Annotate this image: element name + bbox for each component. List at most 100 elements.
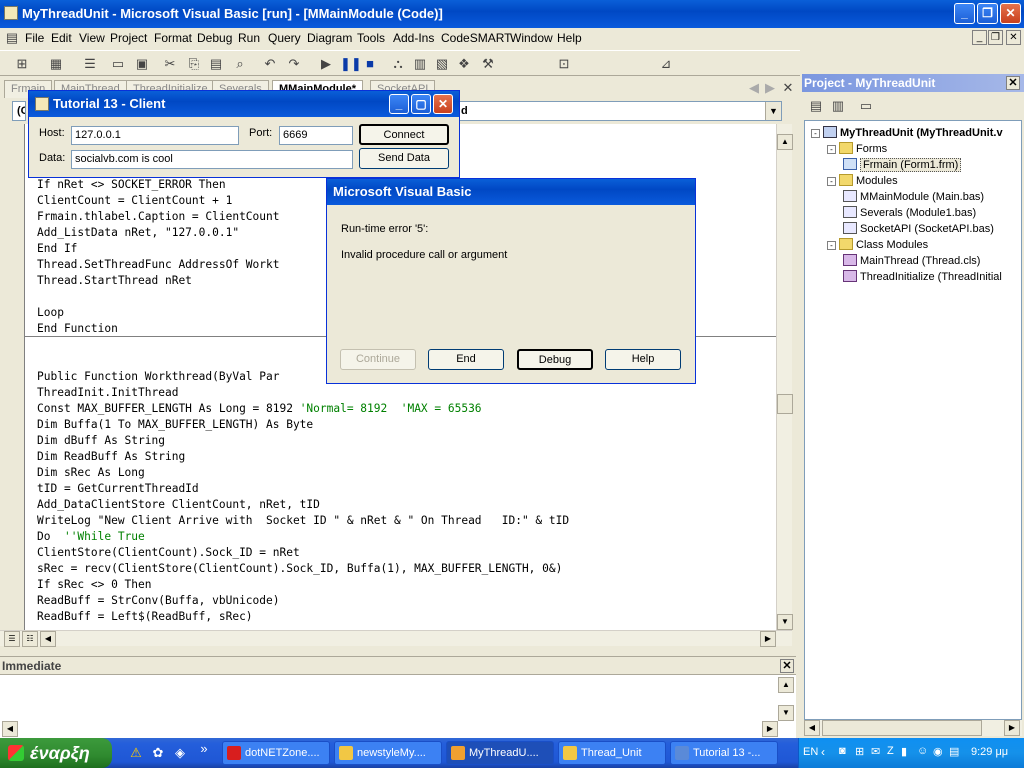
quicklaunch-app-icon[interactable]: ✿ — [150, 745, 166, 761]
code-line[interactable]: ClientCount = ClientCount + 1 — [37, 193, 232, 209]
menu-editor-icon[interactable]: ☰ — [82, 56, 98, 72]
code-line[interactable]: Add_ListData nRet, "127.0.0.1" — [37, 225, 239, 241]
tray-camera-icon[interactable]: ◙ — [839, 745, 846, 757]
tree-item[interactable]: MMainModule (Main.bas) — [843, 189, 984, 205]
project-scroll-left-icon[interactable]: ◀ — [804, 720, 820, 736]
menu-edit[interactable]: Edit — [51, 31, 72, 45]
taskbar-item[interactable]: MyThreadU.... — [446, 741, 554, 765]
collapse-icon[interactable]: - — [827, 145, 836, 154]
tree-item[interactable]: - Forms — [827, 141, 887, 157]
add-form-icon[interactable]: ▦ — [48, 56, 64, 72]
undo-icon[interactable]: ↶ — [262, 56, 278, 72]
menu-tools[interactable]: Tools — [357, 31, 385, 45]
send-data-button[interactable]: Send Data — [359, 148, 449, 169]
client-maximize-button[interactable]: ▢ — [411, 94, 431, 114]
mdi-document-icon[interactable]: ▤ — [4, 30, 20, 46]
tray-network-icon[interactable]: ⊞ — [855, 745, 864, 758]
object-browser-icon[interactable]: ❖ — [456, 56, 472, 72]
start-icon[interactable]: ▶ — [318, 56, 334, 72]
code-line[interactable]: WriteLog "New Client Arrive with Socket … — [37, 513, 569, 529]
cut-icon[interactable]: ✂ — [162, 56, 178, 72]
code-line[interactable]: Dim Buffa(1 To MAX_BUFFER_LENGTH) As Byt… — [37, 417, 313, 433]
menu-help[interactable]: Help — [557, 31, 582, 45]
code-line[interactable]: ReadBuff = Left$(ReadBuff, sRec) — [37, 609, 253, 625]
taskbar-item[interactable]: Thread_Unit — [558, 741, 666, 765]
project-horizontal-scrollbar[interactable]: ◀ ▶ — [804, 720, 1022, 736]
debug-button[interactable]: Debug — [517, 349, 593, 370]
mdi-restore-button[interactable]: ❐ — [988, 30, 1003, 45]
redo-icon[interactable]: ↷ — [286, 56, 302, 72]
code-line[interactable]: Do ''While True — [37, 529, 145, 545]
chevron-down-icon[interactable]: ▼ — [765, 102, 781, 120]
toolbox-icon[interactable]: ⚒ — [480, 56, 496, 72]
code-line[interactable]: ReadBuff = StrConv(Buffa, vbUnicode) — [37, 593, 279, 609]
quicklaunch-warning-icon[interactable]: ⚠ — [128, 745, 144, 761]
find-icon[interactable]: ⌕ — [232, 56, 248, 72]
code-line[interactable]: ThreadInit.InitThread — [37, 385, 178, 401]
close-button[interactable]: ✕ — [1000, 3, 1021, 24]
procedure-combo[interactable]: d ▼ — [456, 101, 782, 121]
end-icon[interactable]: ■ — [362, 56, 378, 72]
code-line[interactable]: tID = GetCurrentThreadId — [37, 481, 199, 497]
menu-query[interactable]: Query — [268, 31, 301, 45]
object-combo[interactable]: (G — [12, 101, 26, 121]
tree-item[interactable]: MainThread (Thread.cls) — [843, 253, 980, 269]
start-button[interactable]: έναρξη — [0, 738, 112, 768]
project-explorer-icon[interactable]: ⛬ — [390, 56, 406, 72]
menu-run[interactable]: Run — [238, 31, 260, 45]
tree-item[interactable]: Severals (Module1.bas) — [843, 205, 976, 221]
tree-item[interactable]: Frmain (Form1.frm) — [843, 157, 962, 173]
open-project-icon[interactable]: ▭ — [110, 56, 126, 72]
code-line[interactable]: sRec = recv(ClientStore(ClientCount).Soc… — [37, 561, 562, 577]
code-line[interactable]: If nRet <> SOCKET_ERROR Then — [37, 177, 226, 193]
mdi-minimize-button[interactable]: _ — [972, 30, 987, 45]
scroll-left-icon[interactable]: ◀ — [40, 631, 56, 647]
error-dialog-title[interactable]: Microsoft Visual Basic — [327, 179, 695, 205]
tree-item[interactable]: - Class Modules — [827, 237, 928, 253]
minimize-button[interactable]: _ — [954, 3, 975, 24]
immediate-scroll-down-icon[interactable]: ▼ — [778, 705, 794, 721]
collapse-icon[interactable]: - — [827, 177, 836, 186]
menu-file[interactable]: File — [25, 31, 44, 45]
end-button[interactable]: End — [428, 349, 504, 370]
quicklaunch-more-icon[interactable]: » — [196, 741, 212, 757]
code-line[interactable]: Dim sRec As Long — [37, 465, 145, 481]
data-input[interactable]: socialvb.com is cool — [71, 150, 353, 169]
project-scroll-right-icon[interactable]: ▶ — [1004, 720, 1020, 736]
quicklaunch-media-icon[interactable]: ◈ — [172, 745, 188, 761]
clock[interactable]: 9:29 μμ — [971, 746, 1008, 758]
tray-zone-icon[interactable]: Z — [887, 745, 894, 757]
immediate-scroll-up-icon[interactable]: ▲ — [778, 677, 794, 693]
code-horizontal-scrollbar[interactable]: ☰ ☷ ◀ ▶ — [0, 630, 792, 647]
paste-icon[interactable]: ▤ — [208, 56, 224, 72]
project-scroll-thumb[interactable] — [822, 720, 982, 736]
code-line[interactable]: Frmain.thlabel.Caption = ClientCount — [37, 209, 279, 225]
tray-shield-icon[interactable]: ◉ — [933, 745, 943, 758]
scroll-right-icon[interactable]: ▶ — [760, 631, 776, 647]
code-line[interactable]: End If — [37, 241, 77, 257]
scroll-thumb[interactable] — [777, 394, 793, 414]
tab-scroll-right-icon[interactable]: ▶ — [762, 80, 778, 96]
menu-codesmart[interactable]: CodeSMART — [441, 31, 511, 45]
connect-button[interactable]: Connect — [359, 124, 449, 145]
tree-item[interactable]: SocketAPI (SocketAPI.bas) — [843, 221, 994, 237]
immediate-input[interactable] — [2, 677, 776, 725]
menu-diagram[interactable]: Diagram — [307, 31, 352, 45]
properties-window-icon[interactable]: ▥ — [412, 56, 428, 72]
menu-project[interactable]: Project — [110, 31, 147, 45]
vb-app-icon[interactable] — [4, 6, 18, 20]
tray-arrow-icon[interactable]: ‹ — [821, 745, 825, 759]
code-line[interactable]: ClientStore(ClientCount).Sock_ID = nRet — [37, 545, 300, 561]
code-line[interactable]: Const MAX_BUFFER_LENGTH As Long = 8192 '… — [37, 401, 482, 417]
collapse-icon[interactable]: - — [827, 241, 836, 250]
port-input[interactable]: 6669 — [279, 126, 353, 145]
client-title-bar[interactable]: Tutorial 13 - Client _ ▢ ✕ — [29, 91, 459, 117]
code-line[interactable]: Add_DataClientStore ClientCount, nRet, t… — [37, 497, 320, 513]
copy-icon[interactable]: ⎘ — [186, 56, 202, 72]
break-icon[interactable]: ❚❚ — [340, 56, 362, 72]
taskbar-item[interactable]: Tutorial 13 -... — [670, 741, 778, 765]
form-layout-icon[interactable]: ▧ — [434, 56, 450, 72]
tab-close-icon[interactable]: ✕ — [780, 80, 796, 96]
tree-item[interactable]: - Modules — [827, 173, 898, 189]
client-minimize-button[interactable]: _ — [389, 94, 409, 114]
